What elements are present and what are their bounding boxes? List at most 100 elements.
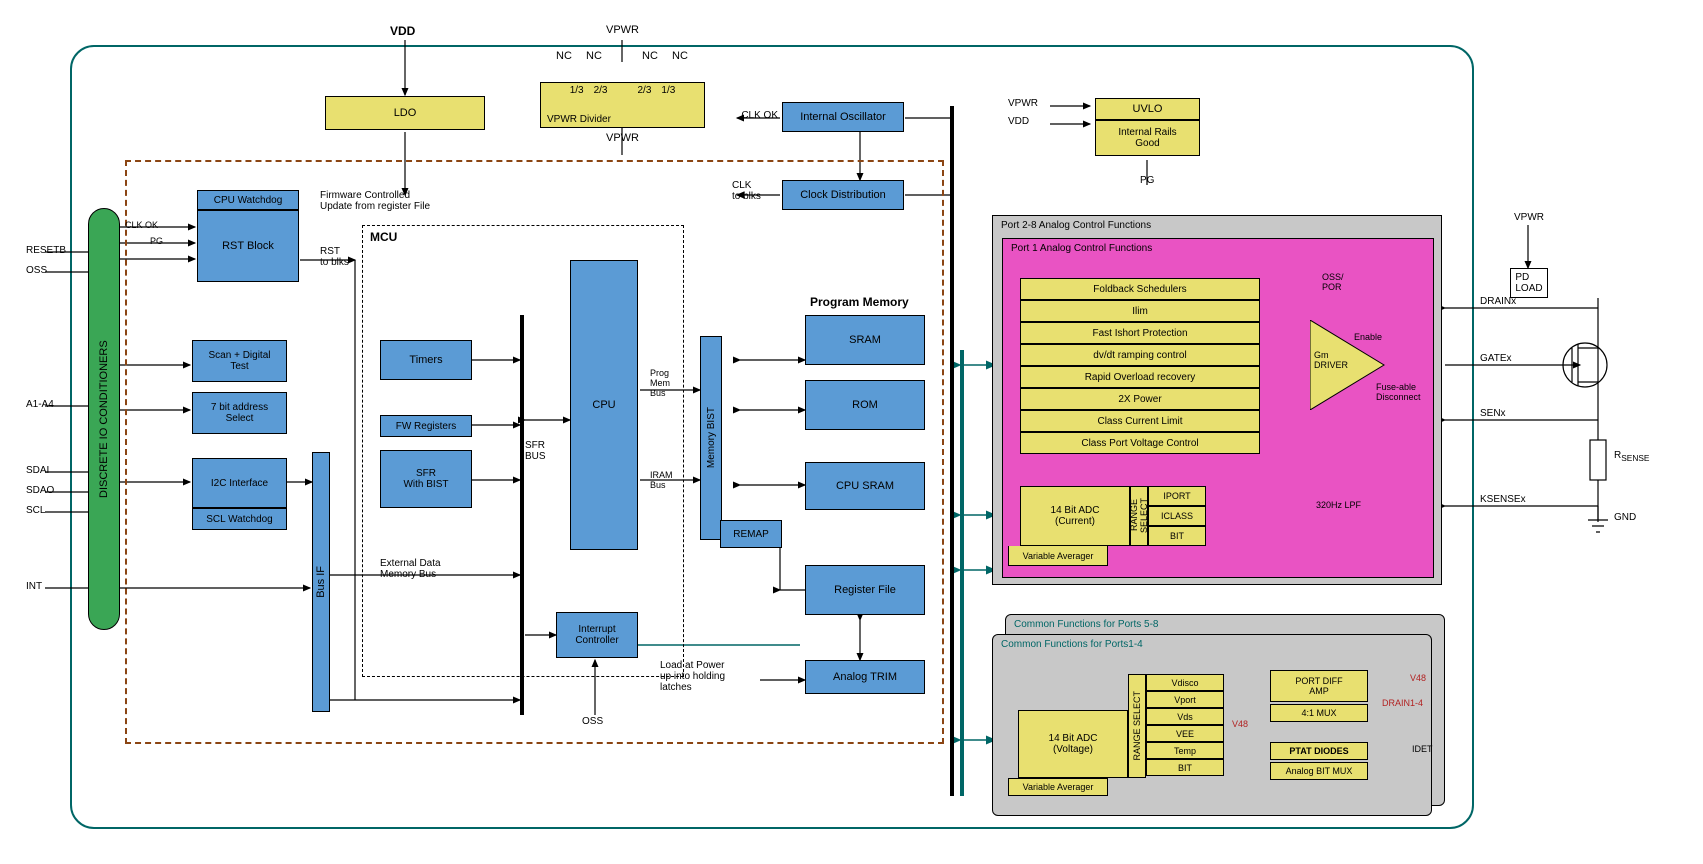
block-ldo: LDO (325, 96, 485, 130)
port-func-stack: Foldback Schedulers Ilim Fast Ishort Pro… (1020, 278, 1260, 454)
pin-sdai: SDAI (26, 465, 49, 476)
label-nc4: NC (672, 50, 688, 62)
row-bit: BIT (1146, 759, 1224, 776)
gm-driver-label: Gm DRIVER (1314, 350, 1348, 370)
cpu-sram-label: CPU SRAM (836, 480, 894, 492)
fw-reg-label: FW Registers (396, 421, 457, 432)
sram-label: SRAM (849, 334, 881, 346)
block-uvlo: UVLO (1095, 98, 1200, 120)
label-vpwr-top: VPWR (606, 24, 639, 36)
scl-wd-label: SCL Watchdog (206, 514, 273, 525)
block-vpwr-divider: 1/3 2/3 2/3 1/3 VPWR Divider (540, 82, 705, 128)
block-cpu: CPU (570, 260, 638, 550)
adc-v-label: 14 Bit ADC (Voltage) (1049, 733, 1098, 755)
sfr-bus-label: SFR BUS (525, 440, 546, 462)
block-analog-trim: Analog TRIM (805, 660, 925, 694)
label-nc2: NC (586, 50, 602, 62)
block-interrupt-controller: Interrupt Controller (556, 612, 638, 658)
bus-bar-main (950, 106, 954, 796)
intc-label: Interrupt Controller (575, 624, 618, 646)
block-7bit-addr: 7 bit address Select (192, 392, 287, 434)
block-rst: RST Block (197, 210, 299, 282)
block-i2c: I2C Interface (192, 458, 287, 508)
port1-title: Port 1 Analog Control Functions (1011, 243, 1152, 254)
fw-note: Firmware Controlled Update from register… (320, 190, 430, 212)
divider-23a: 2/3 (594, 85, 608, 96)
pin-resetb: RESETB (26, 245, 66, 256)
program-memory-label: Program Memory (810, 295, 909, 309)
oss-por-label: OSS/ POR (1322, 272, 1344, 292)
scan-label: Scan + Digital Test (209, 350, 271, 372)
row-vport: Vport (1146, 691, 1224, 708)
int-osc-label: Internal Oscillator (800, 111, 886, 123)
block-adc-voltage: 14 Bit ADC (Voltage) (1018, 710, 1128, 778)
prog-bus-label: Prog Mem Bus (650, 368, 670, 398)
fuse-label: Fuse-able Disconnect (1376, 382, 1421, 402)
rst-block-label: RST Block (222, 240, 274, 252)
block-timers: Timers (380, 340, 472, 380)
common14-title: Common Functions for Ports1-4 (1001, 639, 1143, 650)
block-iport: IPORT (1148, 486, 1206, 506)
block-adc-i-rangesel: RANGE SELECT (1130, 486, 1148, 546)
ext-bus-label: External Data Memory Bus (380, 558, 441, 580)
rails-good-label: Internal Rails Good (1118, 127, 1176, 149)
block-ptat: PTAT DIODES (1270, 742, 1368, 760)
pin-pg-in: PG (150, 236, 163, 246)
block-pd-load: PD LOAD (1510, 268, 1548, 298)
uvlo-label: UVLO (1133, 103, 1163, 115)
label-drainx: DRAINx (1480, 296, 1516, 307)
adc-v-rows: Vdisco Vport Vds VEE Temp BIT (1146, 674, 1224, 776)
label-vpwr-uvlo: VPWR (1008, 98, 1038, 109)
adc-v-rsel-label: RANGE SELECT (1132, 691, 1142, 761)
block-scan-digital: Scan + Digital Test (192, 340, 287, 382)
pin-int: INT (26, 581, 42, 592)
port-func-3: dv/dt ramping control (1020, 344, 1260, 366)
sfr-bist-label: SFR With BIST (403, 468, 448, 490)
block-adc-v-rangesel: RANGE SELECT (1128, 674, 1146, 778)
oss-bottom-label: OSS (582, 716, 603, 727)
label-nc3: NC (642, 50, 658, 62)
addr-label: 7 bit address Select (211, 402, 268, 424)
vpwr-divider-label: VPWR Divider (547, 114, 611, 125)
port-func-2: Fast Ishort Protection (1020, 322, 1260, 344)
block-bit: BIT (1148, 526, 1206, 546)
diagram-canvas: VDD VPWR NC NC NC NC LDO 1/3 2/3 2/3 1/3… (20, 20, 1703, 844)
port-func-1: Ilim (1020, 300, 1260, 322)
label-rsense: RSENSE (1614, 450, 1649, 463)
block-fw-registers: FW Registers (380, 415, 472, 437)
i2c-label: I2C Interface (211, 478, 268, 489)
port-func-5: 2X Power (1020, 388, 1260, 410)
label-drain14: DRAIN1-4 (1382, 698, 1423, 708)
port-func-6: Class Current Limit (1020, 410, 1260, 432)
vpwr-out-label: VPWR (606, 132, 639, 144)
cpu-label: CPU (592, 399, 615, 411)
block-sram: SRAM (805, 315, 925, 365)
port-func-7: Class Port Voltage Control (1020, 432, 1260, 454)
common58-title: Common Functions for Ports 5-8 (1014, 619, 1159, 630)
block-41mux: 4:1 MUX (1270, 704, 1368, 722)
cpu-wd-label: CPU Watchdog (214, 195, 283, 206)
ldo-label: LDO (394, 107, 417, 119)
port-func-0: Foldback Schedulers (1020, 278, 1260, 300)
block-cpu-watchdog: CPU Watchdog (197, 190, 299, 210)
block-adc-i-avg: Variable Averager (1008, 546, 1108, 566)
divider-13b: 1/3 (661, 85, 675, 96)
block-rom: ROM (805, 380, 925, 430)
pin-oss: OSS (26, 265, 47, 276)
mcu-label: MCU (370, 230, 397, 244)
divider-13a: 1/3 (570, 85, 584, 96)
bus-if-label: Bus IF (315, 566, 327, 598)
label-vdd-uvlo: VDD (1008, 116, 1029, 127)
adc-i-label: 14 Bit ADC (Current) (1051, 505, 1100, 527)
timers-label: Timers (409, 354, 442, 366)
block-bus-if: Bus IF (312, 452, 330, 712)
label-senx: SENx (1480, 408, 1506, 419)
label-ext-vpwr: VPWR (1514, 212, 1544, 223)
label-nc1: NC (556, 50, 572, 62)
iram-bus-label: IRAM Bus (650, 470, 673, 490)
block-sfr-bist: SFR With BIST (380, 450, 472, 508)
label-clk-ok: CLK OK (732, 110, 778, 121)
block-port-diff-amp: PORT DIFF AMP (1270, 670, 1368, 702)
load-note: Load at Power up into holding latches (660, 660, 725, 693)
pin-clk-ok-in: CLK OK (125, 220, 158, 230)
